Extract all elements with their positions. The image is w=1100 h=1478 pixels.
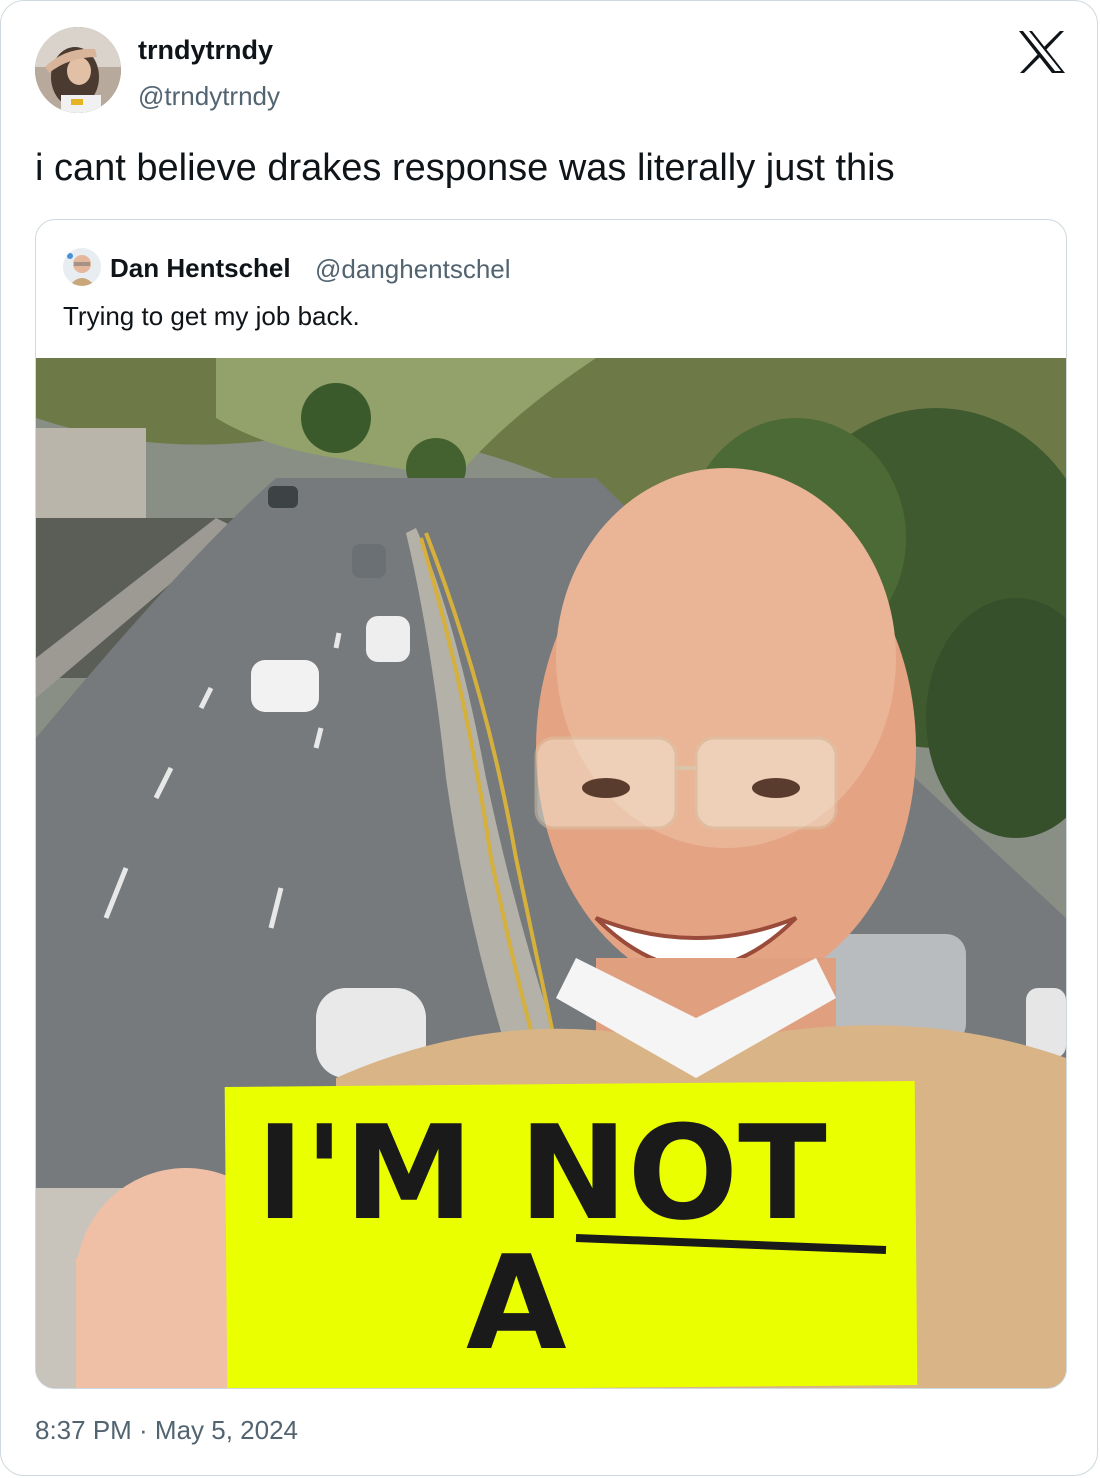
tweet-card: trndytrndy @trndytrndy i cant believe dr…	[0, 0, 1098, 1476]
quoted-author-name[interactable]: Dan Hentschel	[110, 253, 291, 284]
quoted-tweet-text: Trying to get my job back.	[63, 301, 360, 331]
author-name[interactable]: trndytrndy	[138, 35, 273, 66]
quoted-tweet-image[interactable]: I'M NOT A	[36, 358, 1066, 1388]
selfie-photo-icon: I'M NOT A	[36, 358, 1066, 1388]
tweet-text: i cant believe drakes response was liter…	[35, 147, 895, 189]
tweet-timestamp[interactable]: 8:37 PM · May 5, 2024	[35, 1415, 298, 1446]
quoted-tweet[interactable]: Dan Hentschel @danghentschel Trying to g…	[35, 219, 1067, 1389]
author-avatar[interactable]	[35, 27, 121, 113]
author-handle[interactable]: @trndytrndy	[138, 81, 280, 112]
quoted-avatar-photo-icon	[63, 248, 101, 286]
sign-text-line-2: A	[466, 1227, 567, 1379]
avatar-photo-icon	[35, 27, 121, 113]
quoted-author-avatar[interactable]	[63, 248, 101, 286]
x-logo-icon[interactable]	[1017, 29, 1067, 75]
quoted-author-handle[interactable]: @danghentschel	[315, 254, 511, 285]
